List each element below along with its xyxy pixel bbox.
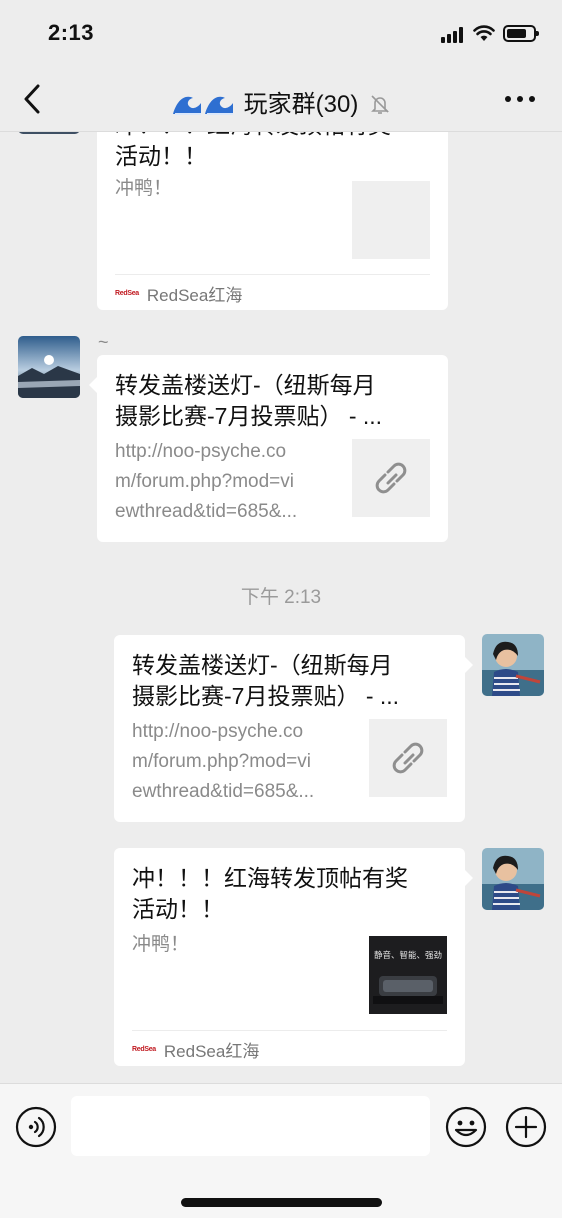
- redsea-logo: RedSea: [115, 290, 139, 297]
- child-avatar-image: [482, 634, 544, 696]
- card-thumbnail: [352, 181, 430, 259]
- chat-title-row[interactable]: 玩家群(30): [0, 84, 562, 119]
- mountain-avatar-image: [18, 336, 80, 398]
- chat-title: 玩家群(30): [243, 91, 359, 118]
- avatar[interactable]: [18, 336, 80, 398]
- card-thumbnail: 静音、智能、强劲: [369, 936, 447, 1014]
- wave-icon: [172, 96, 233, 115]
- card-thumbnail: [369, 719, 447, 797]
- card-thumbnail: [352, 439, 430, 517]
- home-indicator[interactable]: [181, 1198, 382, 1207]
- redsea-logo: RedSea: [132, 1046, 156, 1053]
- card-description: 冲鸭！: [115, 178, 173, 199]
- card-source: RedSea RedSea红海: [132, 1037, 259, 1062]
- status-bar: 2:13: [0, 0, 562, 68]
- message-input[interactable]: [71, 1096, 430, 1156]
- wifi-icon: [473, 25, 495, 41]
- avatar[interactable]: [18, 132, 80, 134]
- child-avatar-image: [482, 848, 544, 910]
- status-time: 2:13: [48, 20, 95, 45]
- card-title: 转发盖楼送灯-（纽斯每月 摄影比赛-7月投票贴） - ...: [132, 652, 400, 709]
- link-icon: [375, 462, 407, 494]
- card-divider: [132, 1030, 447, 1031]
- chat-messages[interactable]: 冲！！！红海转发顶帖有奖 活动！！ 冲鸭！ RedSea RedSea红海 ~ …: [0, 132, 562, 1082]
- card-url: http://noo-psyche.co m/forum.php?mod=vi …: [132, 721, 315, 802]
- voice-icon[interactable]: [15, 1106, 57, 1148]
- mute-icon: [371, 95, 389, 114]
- card-description: 冲鸭！: [132, 934, 190, 955]
- plus-icon[interactable]: [505, 1106, 547, 1148]
- card-title: 转发盖楼送灯-（纽斯每月 摄影比赛-7月投票贴） - ...: [115, 372, 383, 429]
- thumbnail-caption: 静音、智能、强劲: [374, 950, 442, 961]
- card-source: RedSea RedSea红海: [115, 281, 242, 306]
- sender-name: ~: [98, 332, 109, 352]
- card-url: http://noo-psyche.co m/forum.php?mod=vi …: [115, 441, 298, 522]
- signal-icon: [441, 27, 467, 43]
- card-title-line2: 活动！！: [115, 143, 207, 169]
- my-avatar[interactable]: [482, 848, 544, 910]
- link-card[interactable]: 转发盖楼送灯-（纽斯每月 摄影比赛-7月投票贴） - ... http://no…: [114, 635, 473, 822]
- more-icon[interactable]: [500, 86, 540, 112]
- link-card[interactable]: 冲！！！红海转发顶帖有奖 活动！！ 冲鸭！ RedSea RedSea红海: [97, 132, 448, 310]
- product-thumbnail-image: 静音、智能、强劲: [369, 936, 447, 1014]
- card-divider: [115, 274, 430, 275]
- link-card[interactable]: 转发盖楼送灯-（纽斯每月 摄影比赛-7月投票贴） - ... http://no…: [89, 355, 448, 542]
- battery-icon: [503, 25, 539, 42]
- link-icon: [392, 742, 424, 774]
- link-card[interactable]: 冲！！！红海转发顶帖有奖 活动！！ 冲鸭！ 静音、智能、强劲 RedSea Re…: [114, 848, 473, 1066]
- card-title: 冲！！！红海转发顶帖有奖 活动！！: [132, 865, 408, 922]
- my-avatar[interactable]: [482, 634, 544, 696]
- source-name: RedSea红海: [163, 1042, 260, 1061]
- chat-header: 玩家群(30): [0, 68, 562, 132]
- card-title: 冲！！！红海转发顶帖有奖: [115, 132, 430, 141]
- timestamp: 下午 2:13: [240, 587, 322, 608]
- source-name: RedSea红海: [146, 286, 243, 305]
- emoji-icon[interactable]: [445, 1106, 487, 1148]
